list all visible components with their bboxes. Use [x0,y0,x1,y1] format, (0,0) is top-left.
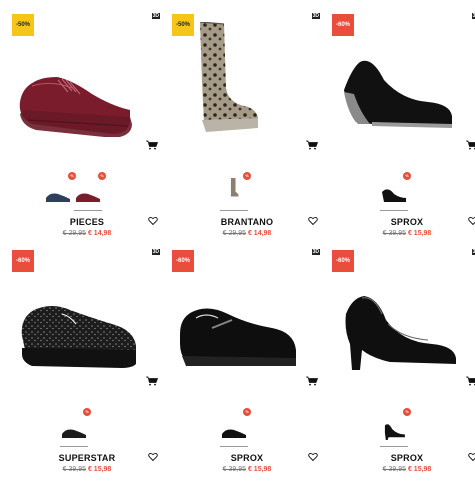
variant-thumbnails: % [12,408,162,448]
product-brand[interactable]: SUPERSTAR [12,453,162,463]
3d-view-icon[interactable]: 3D [471,249,475,255]
price-line: € 39,95 € 15,98 [332,230,475,237]
variant-thumbnail[interactable] [380,420,408,440]
variant-thumbnails: % % [12,172,162,212]
price-line: € 29,95 € 14,98 [172,230,322,237]
sale-price: € 14,98 [87,230,112,237]
3d-view-icon[interactable]: 3D [311,13,320,19]
product-image[interactable] [332,258,475,373]
variant-thumbnail[interactable] [220,422,248,442]
3d-view-icon[interactable]: 3D [151,249,160,255]
product-image[interactable] [12,22,162,137]
product-card[interactable]: -60% 3D % SPROX € 39,95 € 15,98 [332,12,475,244]
variant-sale-dot: % [403,172,411,180]
product-card[interactable]: -60% 3D % SUPERSTAR € 39,95 € 15,98 [12,248,162,480]
3d-view-icon[interactable]: 3D [151,13,160,19]
wishlist-heart-icon[interactable] [468,452,475,462]
selected-variant-underline [74,210,102,211]
add-to-cart-icon[interactable] [466,140,475,150]
old-price: € 39,95 [222,466,247,473]
wishlist-heart-icon[interactable] [148,216,158,226]
add-to-cart-icon[interactable] [466,376,475,386]
price-line: € 39,95 € 15,98 [332,466,475,473]
product-grid: -50% 3D % % PIECES € 29,95 € 14,98 -50% … [0,0,475,482]
old-price: € 29,95 [62,230,87,237]
variant-thumbnail[interactable] [380,184,408,204]
price-line: € 39,95 € 15,98 [172,466,322,473]
product-brand[interactable]: SPROX [172,453,322,463]
selected-variant-underline [60,446,88,447]
selected-variant-underline [220,210,248,211]
product-brand[interactable]: SPROX [332,453,475,463]
product-card[interactable]: -50% 3D % % PIECES € 29,95 € 14,98 [12,12,162,244]
variant-sale-dot: % [83,408,91,416]
product-brand[interactable]: PIECES [12,217,162,227]
sale-price: € 14,98 [247,230,272,237]
add-to-cart-icon[interactable] [306,140,318,150]
add-to-cart-icon[interactable] [306,376,318,386]
sale-price: € 15,98 [247,466,272,473]
sale-price: € 15,98 [407,230,432,237]
variant-thumbnails: % [172,408,322,448]
variant-thumbnails: % [172,172,322,212]
variant-thumbnails: % [332,408,475,448]
variant-sale-dot: % [68,172,76,180]
variant-thumbnails: % [332,172,475,212]
wishlist-heart-icon[interactable] [148,452,158,462]
selected-variant-underline [380,446,408,447]
variant-sale-dot: % [403,408,411,416]
product-card[interactable]: -60% 3D % SPROX € 39,95 € 15,98 [332,248,475,480]
selected-variant-underline [380,210,408,211]
selected-variant-underline [220,446,248,447]
sale-price: € 15,98 [87,466,112,473]
variant-sale-dot: % [243,408,251,416]
product-card[interactable]: -50% 3D % BRANTANO € 29,95 € 14,98 [172,12,322,244]
variant-thumbnail[interactable] [220,178,248,198]
3d-view-icon[interactable]: 3D [471,13,475,19]
product-card[interactable]: -60% 3D % SPROX € 39,95 € 15,98 [172,248,322,480]
price-line: € 39,95 € 15,98 [12,466,162,473]
sale-price: € 15,98 [407,466,432,473]
product-image[interactable] [332,22,475,137]
product-image[interactable] [12,258,162,373]
variant-thumbnail[interactable] [60,422,88,442]
wishlist-heart-icon[interactable] [308,452,318,462]
variant-sale-dot: % [98,172,106,180]
product-brand[interactable]: SPROX [332,217,475,227]
wishlist-heart-icon[interactable] [468,216,475,226]
old-price: € 29,95 [222,230,247,237]
price-line: € 29,95 € 14,98 [12,230,162,237]
old-price: € 39,95 [382,230,407,237]
variant-thumbnail[interactable] [74,186,102,206]
product-image[interactable] [172,258,322,373]
product-image[interactable] [172,22,322,137]
add-to-cart-icon[interactable] [146,140,158,150]
old-price: € 39,95 [382,466,407,473]
old-price: € 39,95 [62,466,87,473]
product-brand[interactable]: BRANTANO [172,217,322,227]
add-to-cart-icon[interactable] [146,376,158,386]
variant-thumbnail[interactable] [44,186,72,206]
wishlist-heart-icon[interactable] [308,216,318,226]
3d-view-icon[interactable]: 3D [311,249,320,255]
